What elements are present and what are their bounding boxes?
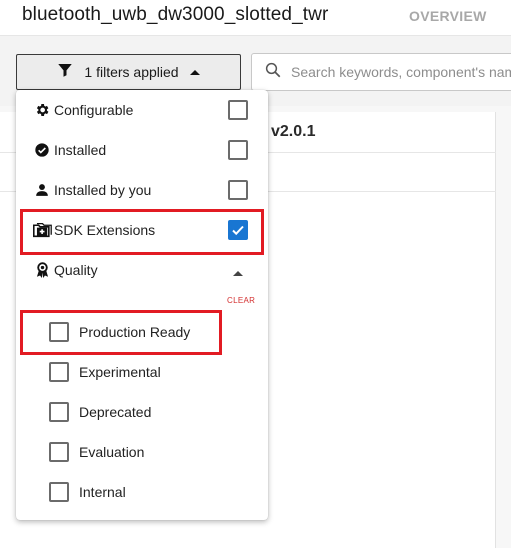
- folder-plus-icon: [32, 222, 52, 238]
- checkbox-sdk-extensions[interactable]: [228, 220, 248, 240]
- quality-option-label: Experimental: [79, 364, 161, 380]
- filter-item-installed[interactable]: Installed: [16, 130, 268, 170]
- quality-option-deprecated[interactable]: Deprecated: [16, 392, 268, 432]
- quality-option-experimental[interactable]: Experimental: [16, 352, 268, 392]
- filter-item-installed-by-you[interactable]: Installed by you: [16, 170, 268, 210]
- quality-option-evaluation[interactable]: Evaluation: [16, 432, 268, 472]
- quality-option-label: Deprecated: [79, 404, 152, 420]
- project-title: bluetooth_uwb_dw3000_slotted_twr: [22, 4, 329, 25]
- search-input[interactable]: [291, 64, 511, 80]
- quality-section-header[interactable]: Quality: [16, 250, 268, 290]
- filter-item-label: Installed by you: [54, 182, 152, 198]
- filter-button-label: 1 filters applied: [84, 64, 179, 80]
- checkbox-experimental[interactable]: [49, 362, 69, 382]
- quality-label: Quality: [54, 262, 98, 278]
- quality-option-label: Internal: [79, 484, 126, 500]
- checkbox-deprecated[interactable]: [49, 402, 69, 422]
- checkbox-production-ready[interactable]: [49, 322, 69, 342]
- header: bluetooth_uwb_dw3000_slotted_twr OVERVIE…: [0, 0, 511, 36]
- clear-quality-link[interactable]: CLEAR: [227, 296, 255, 305]
- filter-item-sdk-extensions[interactable]: SDK Extensions: [16, 210, 268, 250]
- filter-item-label: Installed: [54, 142, 107, 158]
- filter-dropdown: Configurable Installed Installed by you …: [16, 90, 268, 520]
- quality-option-label: Evaluation: [79, 444, 145, 460]
- checkbox-installed[interactable]: [228, 140, 248, 160]
- quality-option-label: Production Ready: [79, 324, 191, 340]
- filter-item-configurable[interactable]: Configurable: [16, 90, 268, 130]
- caret-up-icon: [189, 63, 201, 81]
- quality-option-production-ready[interactable]: Production Ready: [16, 312, 268, 352]
- search-icon: [264, 61, 282, 84]
- checkbox-internal[interactable]: [49, 482, 69, 502]
- search-box[interactable]: [251, 53, 511, 91]
- tab-overview[interactable]: OVERVIEW: [409, 8, 487, 24]
- caret-up-icon[interactable]: [232, 264, 244, 282]
- checkbox-evaluation[interactable]: [49, 442, 69, 462]
- checkbox-configurable[interactable]: [228, 100, 248, 120]
- ribbon-icon: [34, 262, 50, 278]
- filter-item-label: SDK Extensions: [54, 222, 156, 238]
- quality-option-internal[interactable]: Internal: [16, 472, 268, 512]
- filter-item-label: Configurable: [54, 102, 134, 118]
- checkbox-installed-by-you[interactable]: [228, 180, 248, 200]
- filter-icon: [56, 61, 74, 84]
- gear-icon: [34, 102, 50, 118]
- version-label: v2.0.1: [271, 123, 316, 140]
- check-circle-icon: [34, 142, 50, 158]
- person-icon: [34, 182, 50, 198]
- filter-toggle-button[interactable]: 1 filters applied: [16, 54, 241, 90]
